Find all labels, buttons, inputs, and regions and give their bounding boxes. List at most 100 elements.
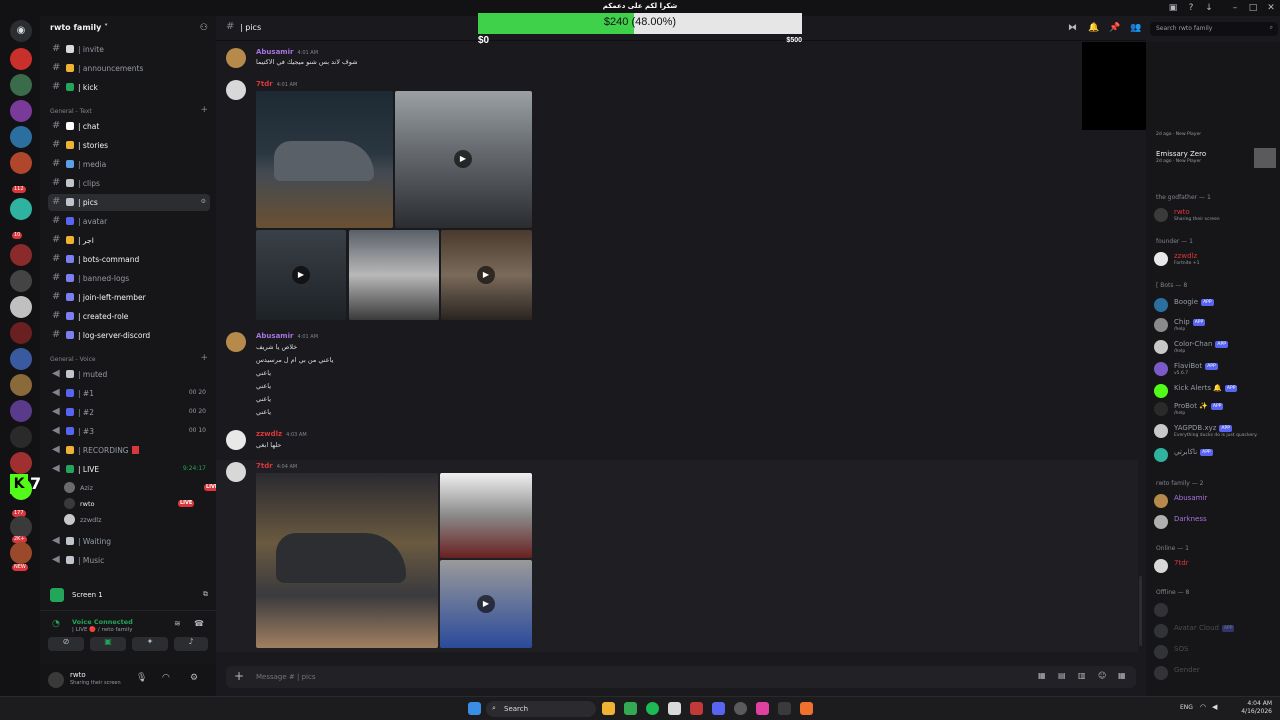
car-photo-attachment[interactable] [440, 473, 532, 558]
channel-avatar[interactable]: # | avatar [48, 213, 210, 230]
headphones-icon[interactable]: ◠ [162, 673, 170, 683]
maximize-icon[interactable]: □ [1248, 3, 1258, 13]
member-item[interactable]: zzwdlz Fortnite +1 [1154, 250, 1280, 268]
obs-icon[interactable] [734, 702, 747, 715]
member-item[interactable]: SOS [1154, 643, 1280, 661]
notification-bell-icon[interactable]: 🔔 [1088, 23, 1099, 33]
popout-icon[interactable]: ⧉ [203, 590, 208, 599]
pinned-icon[interactable]: 📌 [1109, 23, 1120, 33]
server-icon[interactable] [10, 152, 32, 174]
voice-channel-live[interactable]: ◀ | LIVE 9:24:17 [48, 461, 210, 478]
message-author[interactable]: 7tdr 4:04 AM [256, 462, 297, 470]
disconnect-icon[interactable]: ☎ [194, 619, 204, 628]
help-icon[interactable]: ? [1186, 3, 1196, 13]
channel-clips[interactable]: # | clips [48, 175, 210, 192]
member-item[interactable]: Gender [1154, 664, 1280, 682]
app-icon[interactable] [668, 702, 681, 715]
channel-pics[interactable]: # | pics ⚙ [48, 194, 210, 211]
channel-settings-icon[interactable]: ⚙ [201, 198, 206, 205]
channel-chat[interactable]: # | chat [48, 118, 210, 135]
bot-member-item[interactable]: FlaviBot APP v5.6.7 [1154, 360, 1280, 378]
signal-icon[interactable]: ◔ [52, 619, 60, 629]
member-item[interactable]: 2d ago · New Player [1154, 128, 1280, 146]
server-icon[interactable] [10, 374, 32, 396]
member-item[interactable]: Abusamir [1154, 492, 1280, 510]
inbox-icon[interactable]: ▣ [1168, 3, 1178, 13]
voice-channel-2[interactable]: ◀ | #2 00 20 [48, 404, 210, 421]
member-item[interactable]: 7tdr [1154, 557, 1280, 575]
member-list-icon[interactable]: 👥 [1130, 23, 1141, 33]
add-friend-icon[interactable]: ⚇ [200, 23, 208, 33]
avatar[interactable] [226, 462, 246, 482]
scrollbar[interactable] [1139, 576, 1142, 646]
play-icon[interactable]: ▶ [477, 595, 495, 613]
discord-home-icon[interactable]: ◉ [10, 20, 32, 42]
gif-icon[interactable]: ▤ [1058, 671, 1066, 680]
video-attachment[interactable]: ▶ [256, 230, 346, 320]
member-item[interactable]: Darkness [1154, 513, 1280, 531]
discord-taskbar-icon[interactable] [712, 702, 725, 715]
activities-button[interactable]: ✦ [132, 637, 168, 651]
message-author[interactable]: 7tdr 4:01 AM [256, 80, 297, 88]
voice-channel-waiting[interactable]: ◀ | Waiting [48, 533, 210, 550]
category-voice[interactable]: General - Voice [50, 356, 96, 363]
server-icon[interactable] [10, 452, 32, 474]
chrome-icon[interactable] [624, 702, 637, 715]
camera-off-button[interactable]: ⊘ [48, 637, 84, 651]
member-item[interactable] [1154, 601, 1280, 619]
server-icon[interactable] [10, 100, 32, 122]
voice-channel-3[interactable]: ◀ | #3 00 10 [48, 423, 210, 440]
channel-created-role[interactable]: # | created-role [48, 308, 210, 325]
channel-ajr[interactable]: # | اجر [48, 232, 210, 249]
language-indicator[interactable]: ENG [1180, 704, 1193, 711]
server-icon[interactable] [10, 400, 32, 422]
video-attachment[interactable]: ▶ [441, 230, 532, 320]
add-channel-icon[interactable]: + [200, 353, 208, 363]
server-icon[interactable] [10, 126, 32, 148]
app-icon[interactable] [778, 702, 791, 715]
message-input[interactable] [256, 670, 856, 684]
avatar[interactable] [226, 332, 246, 352]
message-author[interactable]: Abusamir 4:01 AM [256, 332, 318, 340]
play-icon[interactable]: ▶ [477, 266, 495, 284]
voice-channel-muted[interactable]: ◀ | muted [48, 366, 210, 383]
channel-stories[interactable]: # | stories [48, 137, 210, 154]
file-explorer-icon[interactable] [602, 702, 615, 715]
add-channel-icon[interactable]: + [200, 105, 208, 115]
bot-member-item[interactable]: ناكابرتي APP [1154, 446, 1280, 464]
message-author[interactable]: zzwdlz 4:03 AM [256, 430, 307, 438]
channel-banned-logs[interactable]: # | banned-logs [48, 270, 210, 287]
voice-user[interactable]: zzwdlz [64, 513, 210, 527]
app-icon[interactable] [800, 702, 813, 715]
server-icon[interactable] [10, 426, 32, 448]
bot-member-item[interactable]: Kick Alerts 🔔 APP [1154, 382, 1280, 400]
car-photo-attachment[interactable] [349, 230, 439, 320]
voice-channel-recording[interactable]: ◀ | RECORDING [48, 442, 210, 459]
message-author[interactable]: Abusamir 4:01 AM [256, 48, 318, 56]
bot-member-item[interactable]: Boogie APP [1154, 296, 1280, 314]
play-icon[interactable]: ▶ [454, 150, 472, 168]
download-icon[interactable]: ↓ [1204, 3, 1214, 13]
voice-location[interactable]: | LIVE 🔴 / rwto family [72, 627, 132, 633]
volume-icon[interactable]: ◀ [1212, 703, 1217, 711]
voice-channel-music[interactable]: ◀ | Music [48, 552, 210, 569]
channel-announcements[interactable]: # | announcements [48, 60, 210, 77]
channel-log-server-discord[interactable]: # | log-server-discord [48, 327, 210, 344]
app-icon[interactable] [756, 702, 769, 715]
server-icon[interactable] [10, 270, 32, 292]
channel-kick[interactable]: # | kick [48, 79, 210, 96]
emoji-icon[interactable]: ☺ [1098, 671, 1106, 680]
bot-member-item[interactable]: ProBot ✨ APP/help [1154, 400, 1280, 418]
server-icon[interactable] [10, 74, 32, 96]
bot-member-item[interactable]: Color-Chan APP/help [1154, 338, 1280, 356]
server-icon[interactable] [10, 322, 32, 344]
settings-gear-icon[interactable]: ⚙ [190, 673, 198, 683]
category-text[interactable]: General - Text [50, 108, 92, 115]
voice-user[interactable]: rwto LIVE [64, 497, 210, 511]
avatar[interactable] [226, 48, 246, 68]
member-item[interactable]: rwto Sharing their screen [1154, 206, 1280, 224]
play-icon[interactable]: ▶ [292, 266, 310, 284]
voice-user[interactable]: Aziz LIVE [64, 481, 221, 495]
channel-invite[interactable]: # | invite [48, 41, 210, 58]
server-icon[interactable] [10, 516, 32, 538]
